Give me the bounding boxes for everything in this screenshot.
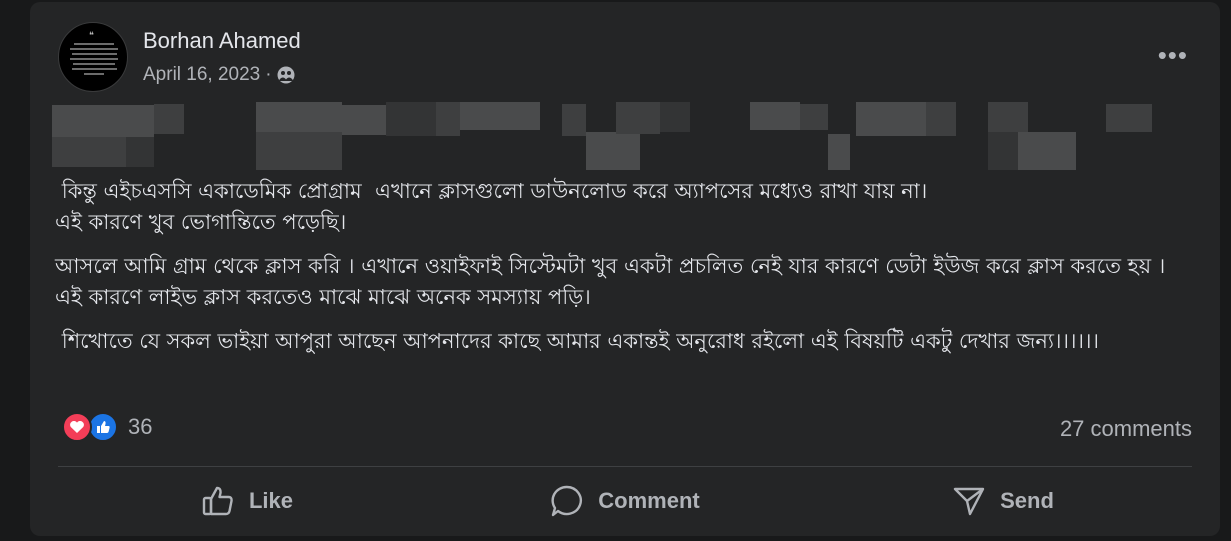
reaction-count: 36 (128, 414, 153, 439)
comment-button[interactable]: Comment (436, 468, 814, 534)
comment-label: Comment (598, 488, 700, 513)
blurred-content (50, 102, 1152, 172)
love-reaction-icon (62, 412, 92, 442)
like-reaction-icon (88, 412, 118, 442)
post-paragraph: কিন্তু এইচএসসি একাডেমিক প্রোগ্রাম এখানে … (55, 179, 928, 234)
send-icon (953, 487, 985, 516)
post-paragraph: আসলে আমি গ্রাম থেকে ক্লাস করি । এখানে ওয… (55, 254, 1172, 309)
more-icon[interactable]: ••• (1158, 42, 1188, 68)
like-button[interactable]: Like (58, 468, 436, 534)
post-body: কিন্তু এইচএসসি একাডেমিক প্রোগ্রাম এখানে … (55, 176, 1175, 370)
post-paragraph: শিখোতে যে সকল ভাইয়া আপুরা আছেন আপনাদের … (55, 329, 1100, 353)
comment-icon (551, 485, 583, 517)
like-label: Like (248, 488, 294, 513)
thumbs-up-icon (202, 486, 233, 516)
send-label: Send (1000, 488, 1054, 513)
author-name[interactable]: Borhan Ahamed (143, 28, 301, 54)
post-card: ❝ Borhan Ahamed April 16, 2023 · ••• কিন… (30, 2, 1220, 536)
divider (58, 466, 1192, 467)
action-bar: Like Comment Send (58, 468, 1192, 534)
comments-count[interactable]: 27 comments (1060, 416, 1192, 442)
post-date[interactable]: April 16, 2023 (143, 64, 260, 86)
post-meta: April 16, 2023 · (143, 64, 295, 86)
send-button[interactable]: Send (814, 468, 1192, 534)
meta-separator: · (265, 64, 272, 85)
post-header: ❝ Borhan Ahamed April 16, 2023 · ••• (58, 22, 1188, 94)
reaction-summary[interactable]: 36 (62, 412, 152, 442)
avatar[interactable]: ❝ (58, 22, 128, 92)
friends-icon (277, 66, 295, 84)
